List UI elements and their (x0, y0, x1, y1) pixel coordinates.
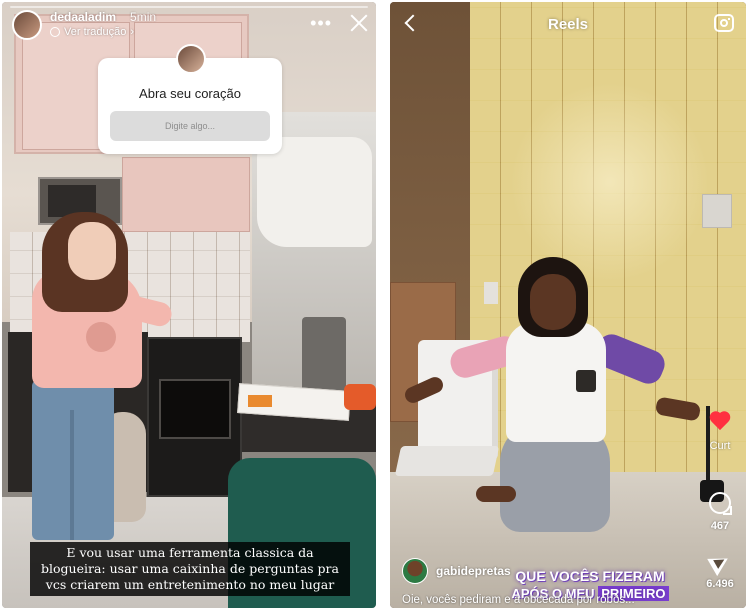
wall-outlet (484, 282, 498, 304)
send-icon (709, 552, 731, 572)
more-horizontal-icon[interactable]: ••• (310, 14, 332, 32)
story-panel[interactable]: dedaaladim 5min Ver tradução › ••• Abra … (2, 2, 376, 608)
middle-cabinet (122, 157, 250, 232)
like-label: Curt (709, 440, 731, 452)
sticker-question: Abra seu coração (139, 86, 241, 101)
story-caption: E vou usar uma ferramenta classica da bl… (30, 542, 350, 596)
story-header: dedaaladim 5min Ver tradução › ••• (12, 10, 370, 44)
overlay-line-1: QUE VOCÊS FIZERAM (515, 568, 665, 584)
person-foot (476, 486, 516, 502)
shirt-print (576, 370, 596, 392)
story-time: 5min (130, 10, 157, 24)
avatar[interactable] (12, 10, 42, 40)
stove (147, 337, 242, 497)
reel-panel[interactable]: Reels Curt 467 6.496 gabidepretas QUE VO… (390, 2, 746, 608)
reel-header-title: Reels (547, 15, 589, 33)
close-icon[interactable] (348, 12, 370, 34)
chevron-right-icon: › (130, 26, 135, 38)
wall-switch (702, 194, 732, 228)
light-reflection (510, 82, 710, 282)
reel-top-bar: Reels (390, 2, 746, 46)
comment-icon (709, 492, 732, 515)
story-username[interactable]: dedaaladim (50, 10, 116, 24)
dock-base-plate (394, 446, 500, 476)
translate-label: Ver tradução (64, 26, 127, 38)
comment-count: 467 (710, 520, 730, 532)
reel-description[interactable]: Oie, vocês pediram e a obcecada por robô… (402, 594, 702, 606)
question-sticker[interactable]: Abra seu coração Digite algo... (98, 44, 282, 154)
sticker-answer-input[interactable]: Digite algo... (110, 111, 270, 141)
avatar[interactable] (402, 558, 428, 584)
share-button[interactable]: 6.496 (698, 552, 742, 590)
comment-button[interactable]: 467 (698, 492, 742, 532)
story-meta: dedaaladim 5min Ver tradução › (50, 10, 156, 38)
box-label (248, 395, 272, 407)
story-progress-bar (10, 6, 368, 8)
person-face (530, 274, 576, 330)
like-button[interactable]: Curt (698, 412, 742, 452)
chevron-left-icon[interactable] (402, 14, 420, 32)
reel-side-actions: Curt 467 6.496 (698, 412, 742, 590)
globe-icon (50, 27, 60, 37)
heart-icon (709, 412, 731, 432)
orange-object (344, 384, 376, 410)
person-face (68, 222, 116, 280)
sweatshirt-print (86, 322, 116, 352)
washing-machine (302, 317, 346, 397)
translate-link[interactable]: Ver tradução › (50, 26, 156, 38)
person-jeans (32, 380, 114, 540)
camera-icon[interactable] (714, 14, 734, 32)
sticker-avatar (176, 44, 206, 74)
share-count: 6.496 (706, 578, 734, 590)
